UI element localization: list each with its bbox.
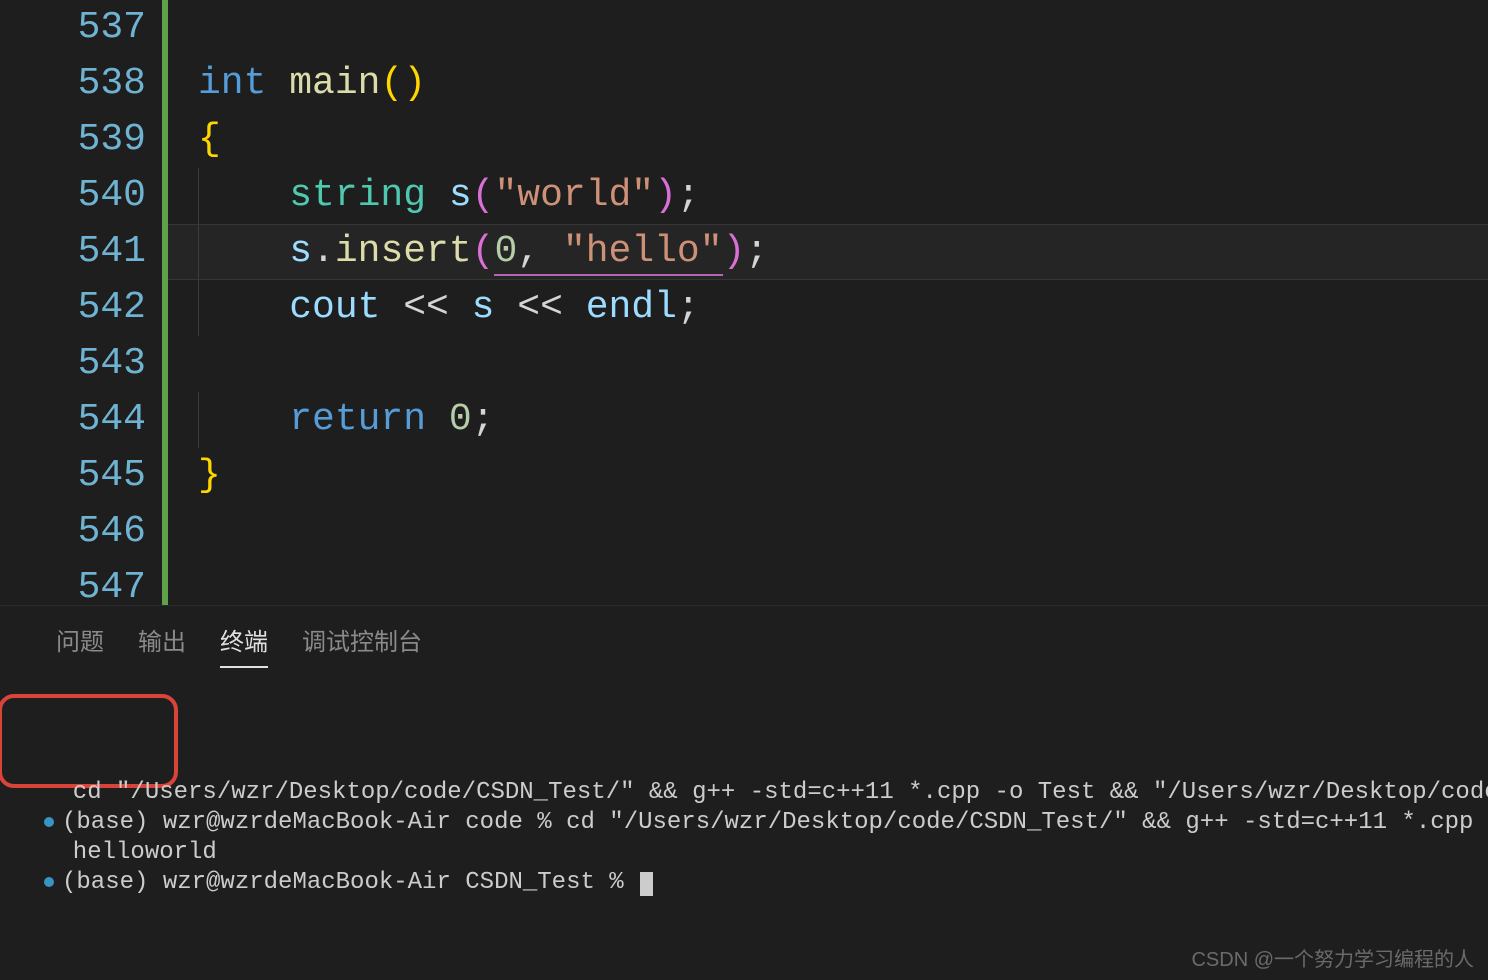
code-line[interactable]: 540 string s("world"); bbox=[0, 168, 1488, 224]
tab-debug-console[interactable]: 调试控制台 bbox=[302, 622, 422, 668]
terminal-line: (base) wzr@wzrdeMacBook-Air CSDN_Test % bbox=[44, 868, 1444, 898]
terminal-cursor bbox=[640, 872, 653, 896]
line-number: 540 bbox=[0, 168, 162, 224]
code-content[interactable]: { bbox=[168, 112, 1488, 168]
prompt-dot-icon bbox=[44, 817, 54, 827]
code-content[interactable]: } bbox=[168, 448, 1488, 504]
line-number: 542 bbox=[0, 280, 162, 336]
code-line[interactable]: 545} bbox=[0, 448, 1488, 504]
terminal-line: (base) wzr@wzrdeMacBook-Air code % cd "/… bbox=[44, 808, 1444, 838]
tab-problems[interactable]: 问题 bbox=[56, 622, 104, 668]
code-line[interactable]: 539{ bbox=[0, 112, 1488, 168]
line-number: 545 bbox=[0, 448, 162, 504]
line-number: 538 bbox=[0, 56, 162, 112]
line-number: 539 bbox=[0, 112, 162, 168]
line-number: 546 bbox=[0, 504, 162, 560]
line-number: 543 bbox=[0, 336, 162, 392]
code-content[interactable]: int main() bbox=[168, 56, 1488, 112]
terminal-line: cd "/Users/wzr/Desktop/code/CSDN_Test/" … bbox=[44, 778, 1444, 808]
line-number: 541 bbox=[0, 224, 162, 280]
diff-bar bbox=[162, 336, 168, 392]
watermark-text: CSDN @一个努力学习编程的人 bbox=[1191, 943, 1474, 972]
line-number: 544 bbox=[0, 392, 162, 448]
panel-tabs: 问题 输出 终端 调试控制台 bbox=[0, 606, 1488, 668]
code-editor[interactable]: 537538int main()539{540 string s("world"… bbox=[0, 0, 1488, 605]
code-line[interactable]: 541 s.insert(0, "hello"); bbox=[0, 224, 1488, 280]
code-line[interactable]: 547 bbox=[0, 560, 1488, 605]
diff-bar bbox=[162, 0, 168, 56]
code-content[interactable]: cout << s << endl; bbox=[168, 280, 1488, 336]
prompt-dot-icon bbox=[44, 877, 54, 887]
code-line[interactable]: 538int main() bbox=[0, 56, 1488, 112]
diff-bar bbox=[162, 504, 168, 560]
code-content[interactable]: return 0; bbox=[168, 392, 1488, 448]
code-line[interactable]: 543 bbox=[0, 336, 1488, 392]
code-line[interactable]: 542 cout << s << endl; bbox=[0, 280, 1488, 336]
bottom-panel: 问题 输出 终端 调试控制台 cd "/Users/wzr/Desktop/co… bbox=[0, 605, 1488, 980]
tab-output[interactable]: 输出 bbox=[138, 622, 186, 668]
code-content[interactable]: string s("world"); bbox=[168, 168, 1488, 224]
code-line[interactable]: 544 return 0; bbox=[0, 392, 1488, 448]
line-number: 537 bbox=[0, 0, 162, 56]
terminal-line: helloworld bbox=[44, 838, 1444, 868]
tab-terminal[interactable]: 终端 bbox=[220, 622, 268, 668]
highlight-box bbox=[0, 694, 178, 788]
terminal-output[interactable]: cd "/Users/wzr/Desktop/code/CSDN_Test/" … bbox=[0, 668, 1488, 898]
line-number: 547 bbox=[0, 560, 162, 605]
code-line[interactable]: 537 bbox=[0, 0, 1488, 56]
code-line[interactable]: 546 bbox=[0, 504, 1488, 560]
code-content[interactable]: s.insert(0, "hello"); bbox=[168, 224, 1488, 280]
diff-bar bbox=[162, 560, 168, 605]
